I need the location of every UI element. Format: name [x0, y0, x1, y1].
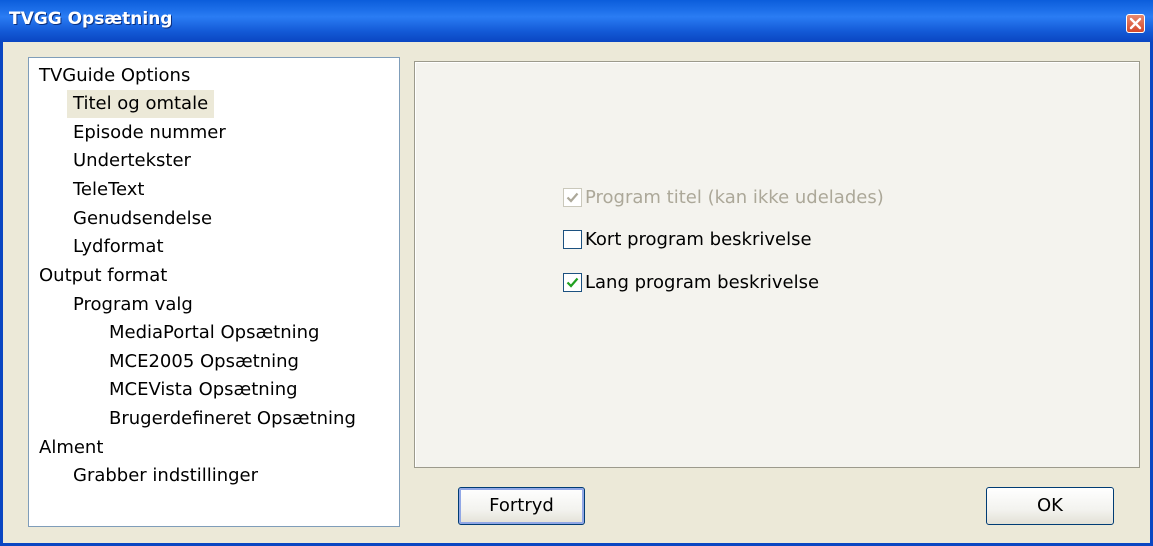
tree-item-output-format[interactable]: Output format [39, 262, 167, 290]
tree-item-brugerdefineret-opsaetning[interactable]: Brugerdefineret Opsætning [109, 405, 356, 433]
title-bar[interactable]: TVGG Opsætning [0, 0, 1153, 43]
checkmark-icon [566, 277, 579, 288]
close-button[interactable] [1126, 14, 1145, 33]
window-title: TVGG Opsætning [9, 9, 173, 29]
options-panel: Program titel (kan ikke udelades) Kort p… [414, 61, 1140, 468]
tree-item-mcevista-opsaetning[interactable]: MCEVista Opsætning [109, 376, 298, 404]
tree-item-lydformat[interactable]: Lydformat [73, 233, 164, 261]
program-title-checkbox [563, 188, 582, 207]
program-title-label: Program titel (kan ikke udelades) [585, 187, 884, 208]
cancel-button[interactable]: Fortryd [458, 487, 585, 525]
tree-item-genudsendelse[interactable]: Genudsendelse [73, 205, 212, 233]
short-description-label[interactable]: Kort program beskrivelse [585, 228, 812, 252]
tree-item-grabber-indstillinger[interactable]: Grabber indstillinger [73, 462, 258, 490]
tree-item-teletext[interactable]: TeleText [73, 176, 145, 204]
tree-item-undertekster[interactable]: Undertekster [73, 147, 191, 175]
long-description-checkbox[interactable] [563, 273, 582, 292]
tree-item-tvguide-options[interactable]: TVGuide Options [39, 62, 190, 90]
tree-item-episode-nummer[interactable]: Episode nummer [73, 119, 226, 147]
tree-item-mce2005-opsaetning[interactable]: MCE2005 Opsætning [109, 348, 299, 376]
checkmark-icon [566, 192, 579, 203]
close-icon [1129, 17, 1142, 30]
settings-tree[interactable]: TVGuide Options Titel og omtale Episode … [28, 57, 400, 527]
tree-item-mediaportal-opsaetning[interactable]: MediaPortal Opsætning [109, 319, 319, 347]
ok-button[interactable]: OK [986, 487, 1114, 525]
tree-item-alment[interactable]: Alment [39, 434, 103, 462]
long-description-label[interactable]: Lang program beskrivelse [585, 271, 819, 295]
tree-item-program-valg[interactable]: Program valg [73, 291, 193, 319]
tree-item-titel-og-omtale[interactable]: Titel og omtale [67, 90, 215, 118]
short-description-checkbox[interactable] [563, 230, 582, 249]
